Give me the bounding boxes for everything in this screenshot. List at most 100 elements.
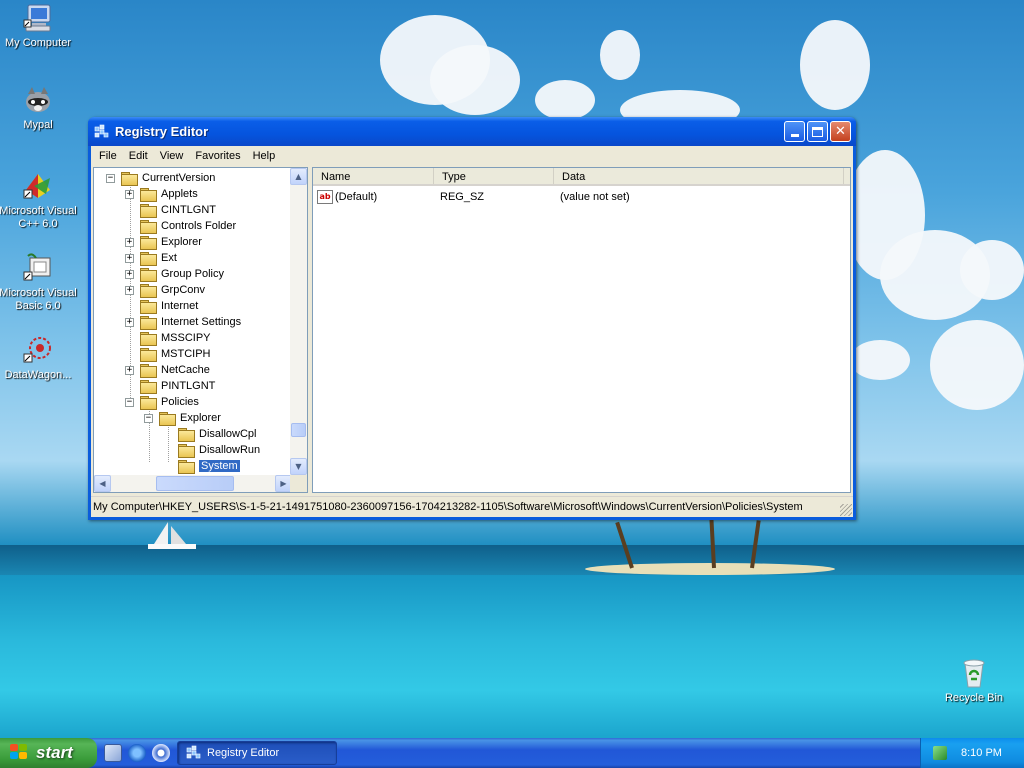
scroll-thumb[interactable] (291, 423, 306, 437)
expand-icon[interactable]: + (125, 253, 134, 263)
tree-item[interactable]: DisallowRun (163, 442, 260, 458)
internet-explorer-icon[interactable] (128, 744, 146, 762)
tree-item[interactable]: + Applets (125, 186, 198, 202)
registry-editor-window[interactable]: Registry Editor ✕ File Edit View Favorit… (88, 117, 856, 520)
tree-item-label: PINTLGNT (161, 380, 216, 392)
scroll-up-button[interactable]: ▲ (290, 168, 307, 185)
expand-icon[interactable]: + (125, 237, 134, 247)
folder-icon (140, 187, 157, 202)
tree-item-label: CINTLGNT (161, 204, 216, 216)
expand-icon[interactable]: + (125, 365, 134, 375)
collapse-icon[interactable]: − (144, 413, 153, 423)
expand-icon[interactable]: + (125, 285, 134, 295)
desktop-icon-label: My Computer (4, 37, 72, 49)
menu-file[interactable]: File (93, 150, 123, 162)
tree-item[interactable]: DisallowCpl (163, 426, 256, 442)
list-item[interactable]: ab (Default) REG_SZ (value not set) (313, 188, 850, 205)
string-value-ab-icon: ab (317, 189, 333, 204)
value-type: REG_SZ (440, 190, 485, 203)
tree-item-label: MSTCIPH (161, 348, 211, 360)
registry-tree: − CurrentVersion + Applets CINTLGNT Controls … (94, 168, 292, 475)
scroll-down-button[interactable]: ▼ (290, 458, 307, 475)
tree-vertical-scrollbar[interactable]: ▲ ▼ (290, 168, 307, 475)
datawagon-icon (22, 334, 54, 366)
folder-icon (159, 411, 176, 426)
tree-item[interactable]: + Group Policy (125, 266, 224, 282)
close-button[interactable]: ✕ (830, 121, 851, 142)
tree-horizontal-scrollbar[interactable]: ◀ ▶ (94, 475, 292, 492)
tree-item[interactable]: + NetCache (125, 362, 210, 378)
tree-item-label: Explorer (161, 236, 202, 248)
values-list-pane[interactable]: Name Type Data ab (Default) REG_SZ (value… (312, 167, 851, 493)
menu-bar: File Edit View Favorites Help (91, 146, 853, 165)
column-header-type[interactable]: Type (434, 168, 554, 184)
menu-help[interactable]: Help (247, 150, 282, 162)
tree-item-label: Policies (161, 396, 199, 408)
tree-item[interactable]: MSSCIPY (125, 330, 211, 346)
media-player-icon[interactable] (152, 744, 170, 762)
registry-tree-pane[interactable]: − CurrentVersion + Applets CINTLGNT Controls … (93, 167, 308, 493)
expand-icon[interactable]: + (125, 269, 134, 279)
desktop-icon-label: Microsoft Visual C++ 6.0 (0, 205, 77, 230)
clock[interactable]: 8:10 PM (961, 747, 1002, 759)
menu-favorites[interactable]: Favorites (189, 150, 246, 162)
tree-item[interactable]: + Ext (125, 250, 177, 266)
tree-item-label: DisallowRun (199, 444, 261, 456)
tree-item[interactable]: − CurrentVersion (106, 170, 215, 186)
column-header-name[interactable]: Name (313, 168, 434, 184)
start-label: start (36, 743, 73, 762)
desktop-icon-datawagon[interactable]: DataWagon... (0, 334, 78, 382)
minimize-button[interactable] (784, 121, 805, 142)
tree-item[interactable]: CINTLGNT (125, 202, 216, 218)
taskbar-button-registry-editor[interactable]: Registry Editor (177, 741, 337, 765)
menu-edit[interactable]: Edit (123, 150, 154, 162)
tree-item[interactable]: Controls Folder (125, 218, 236, 234)
expand-icon[interactable]: + (125, 189, 134, 199)
desktop-icon-visual-cpp[interactable]: Microsoft Visual C++ 6.0 (0, 170, 78, 231)
title-bar[interactable]: Registry Editor ✕ (88, 117, 856, 146)
chevron-down-icon: ▼ (295, 462, 302, 471)
collapse-icon[interactable]: − (125, 397, 134, 407)
tree-item[interactable]: MSTCIPH (125, 346, 211, 362)
folder-icon (140, 379, 157, 394)
folder-icon (140, 251, 157, 266)
tree-item[interactable]: Internet (125, 298, 198, 314)
horizontal-scroll-thumb[interactable] (156, 476, 234, 491)
folder-icon (140, 203, 157, 218)
tree-item[interactable]: + Internet Settings (125, 314, 241, 330)
tree-item[interactable]: System (163, 458, 240, 474)
sailboat (148, 522, 196, 549)
tree-item-label: Internet Settings (161, 316, 242, 328)
tree-item-label: Controls Folder (161, 220, 237, 232)
desktop-icon-label: DataWagon... (4, 369, 72, 381)
value-data: (value not set) (560, 190, 630, 203)
tree-item[interactable]: − Policies (125, 394, 199, 410)
desktop-icon-my-computer[interactable]: My Computer (0, 2, 78, 50)
tree-item-label: MSSCIPY (161, 332, 211, 344)
chevron-left-icon: ◀ (99, 479, 106, 488)
start-button[interactable]: start (0, 738, 97, 768)
desktop-icon-recycle-bin[interactable]: Recycle Bin (934, 657, 1014, 705)
column-header-data[interactable]: Data (554, 168, 844, 184)
network-tray-icon[interactable] (933, 746, 947, 760)
folder-icon (121, 171, 138, 186)
system-tray: 8:10 PM (920, 738, 1024, 768)
menu-view[interactable]: View (154, 150, 190, 162)
show-desktop-icon[interactable] (104, 744, 122, 762)
tree-item[interactable]: + Explorer (125, 234, 202, 250)
folder-icon (140, 315, 157, 330)
collapse-icon[interactable]: − (106, 173, 115, 183)
maximize-button[interactable] (807, 121, 828, 142)
close-icon: ✕ (835, 124, 846, 139)
tree-item[interactable]: − Explorer (144, 410, 221, 426)
resize-grip-icon[interactable] (840, 504, 852, 516)
desktop-icon-mypal[interactable]: Mypal (0, 84, 78, 132)
scroll-left-button[interactable]: ◀ (94, 475, 111, 492)
expand-icon[interactable]: + (125, 317, 134, 327)
window-client-area: File Edit View Favorites Help − CurrentVe… (91, 146, 853, 517)
taskbar-button-label: Registry Editor (207, 747, 280, 759)
desktop-icon-visual-basic[interactable]: Microsoft Visual Basic 6.0 (0, 252, 78, 313)
maximize-icon (812, 126, 823, 137)
tree-item[interactable]: + GrpConv (125, 282, 205, 298)
tree-item[interactable]: PINTLGNT (125, 378, 215, 394)
